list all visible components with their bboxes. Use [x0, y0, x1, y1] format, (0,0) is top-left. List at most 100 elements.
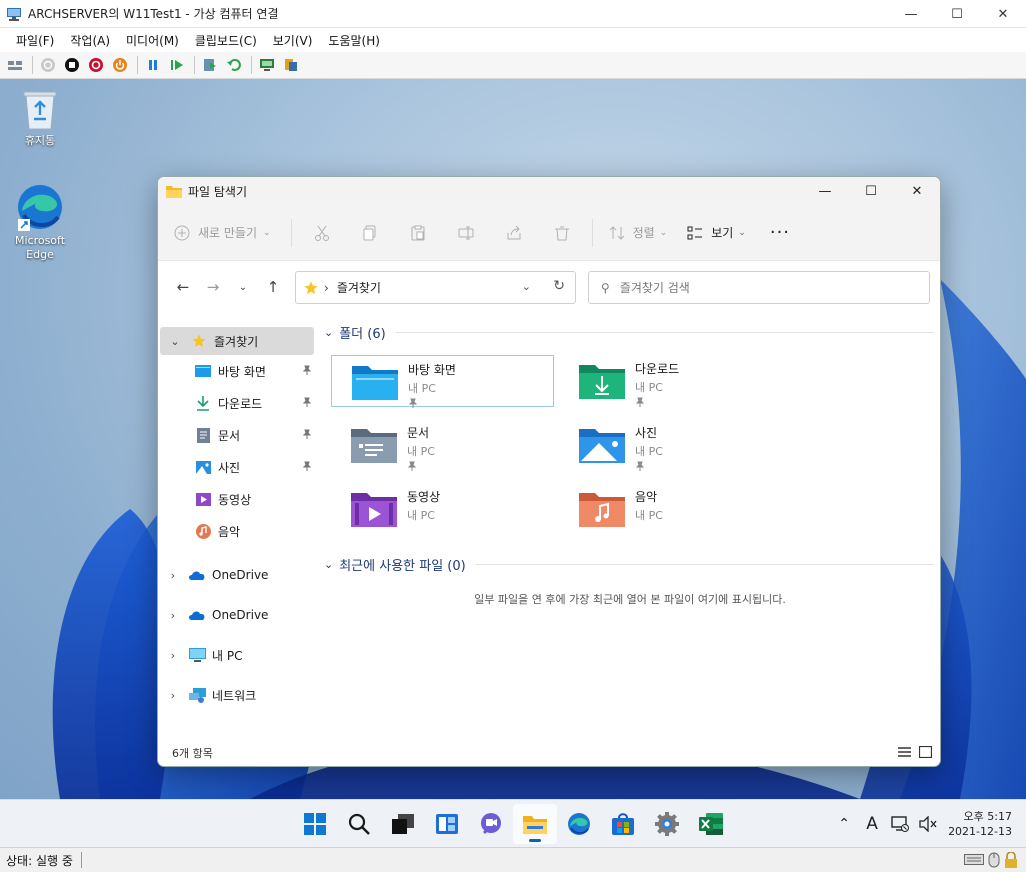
shutdown-icon — [89, 58, 103, 72]
address-history-chevron-icon[interactable]: ⌄ — [522, 280, 531, 293]
menu-view[interactable]: 보기(V) — [265, 32, 321, 49]
menu-file[interactable]: 파일(F) — [8, 32, 62, 49]
explorer-maximize-button[interactable]: ☐ — [848, 177, 894, 205]
pause-button[interactable] — [142, 54, 164, 76]
share-button[interactable] — [490, 217, 538, 249]
widgets-button[interactable] — [425, 804, 469, 844]
sidebar-item-onedrive[interactable]: › OneDrive — [158, 595, 318, 635]
sidebar-item-network[interactable]: › 네트워크 — [158, 675, 318, 715]
delete-button[interactable] — [538, 217, 586, 249]
host-minimize-button[interactable]: — — [888, 0, 934, 28]
search-box[interactable]: ⚲ — [588, 271, 930, 304]
ime-indicator[interactable]: A — [858, 814, 886, 834]
folder-tile-documents[interactable]: 문서 내 PC — [331, 419, 554, 471]
desktop-icon-edge[interactable]: Microsoft Edge — [10, 183, 70, 262]
guest-desktop[interactable]: 휴지통 Microsoft Edge 파일 탐색기 — ☐ ✕ 새로 만들기 ⌄ — [0, 79, 1026, 799]
plus-circle-icon — [174, 225, 190, 240]
resume-button[interactable] — [166, 54, 188, 76]
speaker-muted-icon — [919, 816, 937, 832]
chevron-right-icon[interactable]: › — [166, 609, 180, 622]
sidebar-item-quick-access[interactable]: ⌄ 즐겨찾기 — [160, 327, 314, 355]
checkpoint-button[interactable] — [199, 54, 221, 76]
forward-button[interactable]: → — [198, 272, 228, 302]
start-button[interactable] — [293, 804, 337, 844]
folder-tile-videos[interactable]: 동영상 내 PC — [331, 483, 554, 535]
folder-tile-desktop[interactable]: 바탕 화면 내 PC — [331, 355, 554, 408]
sidebar-item-downloads[interactable]: 다운로드 — [158, 387, 318, 419]
chat-button[interactable] — [469, 804, 513, 844]
clock[interactable]: 오후 5:17 2021-12-13 — [942, 809, 1026, 839]
search-input[interactable] — [619, 280, 900, 295]
desktop-icon-recycle-bin[interactable]: 휴지통 — [10, 89, 70, 148]
up-button[interactable]: ↑ — [258, 272, 288, 302]
tiles-view-icon[interactable] — [919, 746, 932, 758]
breadcrumb-separator-icon: › — [324, 280, 329, 295]
menu-media[interactable]: 미디어(M) — [118, 32, 187, 49]
menu-clipboard[interactable]: 클립보드(C) — [187, 32, 265, 49]
revert-button[interactable] — [223, 54, 245, 76]
pin-icon — [635, 461, 645, 471]
folder-location: 내 PC — [408, 382, 436, 395]
keyboard-icon — [8, 61, 22, 70]
details-view-icon[interactable] — [898, 746, 911, 758]
recent-group-header[interactable]: ⌄ 최근에 사용한 파일 (0) — [318, 553, 940, 575]
cut-button[interactable] — [298, 217, 346, 249]
store-button[interactable] — [601, 804, 645, 844]
sidebar-item-this-pc[interactable]: › 내 PC — [158, 635, 318, 675]
save-state-button[interactable] — [109, 54, 131, 76]
host-maximize-button[interactable]: ☐ — [934, 0, 980, 28]
sidebar-item-documents[interactable]: 문서 — [158, 419, 318, 451]
address-bar[interactable]: › 즐겨찾기 ⌄ ↻ — [295, 271, 576, 304]
more-options-button[interactable]: ··· — [756, 222, 804, 243]
sort-button[interactable]: 정렬 ⌄ — [599, 224, 678, 241]
turn-off-button[interactable] — [61, 54, 83, 76]
arrow-left-icon: ← — [176, 278, 190, 296]
folder-tile-music[interactable]: 음악 내 PC — [559, 483, 782, 535]
sidebar-item-desktop[interactable]: 바탕 화면 — [158, 355, 318, 387]
edge-taskbar-button[interactable] — [557, 804, 601, 844]
back-button[interactable]: ← — [168, 272, 198, 302]
content-pane: ⌄ 폴더 (6) 바탕 화면 내 PC 다운로드 내 PC 문서 내 PC 사진… — [318, 321, 940, 741]
network-status-button[interactable] — [886, 816, 914, 832]
music-folder-icon — [579, 493, 625, 527]
sidebar-item-videos[interactable]: 동영상 — [158, 483, 318, 515]
copy-button[interactable] — [346, 217, 394, 249]
taskbar-search-button[interactable] — [337, 804, 381, 844]
sidebar-item-pictures[interactable]: 사진 — [158, 451, 318, 483]
settings-button[interactable] — [645, 804, 689, 844]
show-hidden-icons-button[interactable]: ⌃ — [830, 816, 858, 832]
group-title: 최근에 사용한 파일 (0) — [339, 558, 466, 574]
menu-help[interactable]: 도움말(H) — [320, 32, 388, 49]
share-button[interactable] — [280, 54, 302, 76]
chevron-down-icon: ⌄ — [738, 227, 746, 238]
start-vm-button[interactable] — [37, 54, 59, 76]
sidebar-item-onedrive[interactable]: › OneDrive — [158, 555, 318, 595]
menu-action[interactable]: 작업(A) — [62, 32, 118, 49]
folders-group-header[interactable]: ⌄ 폴더 (6) — [318, 321, 940, 343]
enhanced-session-button[interactable] — [256, 54, 278, 76]
paste-button[interactable] — [394, 217, 442, 249]
view-button[interactable]: 보기 ⌄ — [677, 224, 756, 241]
chevron-right-icon[interactable]: › — [166, 689, 180, 702]
volume-button[interactable] — [914, 816, 942, 832]
folder-tile-downloads[interactable]: 다운로드 내 PC — [559, 355, 782, 407]
shutdown-button[interactable] — [85, 54, 107, 76]
file-explorer-taskbar-button[interactable] — [513, 804, 557, 844]
task-view-button[interactable] — [381, 804, 425, 844]
refresh-icon[interactable]: ↻ — [553, 278, 565, 294]
explorer-minimize-button[interactable]: — — [802, 177, 848, 205]
chevron-right-icon[interactable]: › — [166, 569, 180, 582]
chevron-down-icon[interactable]: ⌄ — [168, 335, 182, 348]
sidebar-item-music[interactable]: 음악 — [158, 515, 318, 547]
chevron-right-icon[interactable]: › — [166, 649, 180, 662]
rename-button[interactable] — [442, 217, 490, 249]
explorer-close-button[interactable]: ✕ — [894, 177, 940, 205]
ctrl-alt-del-button[interactable] — [4, 54, 26, 76]
host-close-button[interactable]: ✕ — [980, 0, 1026, 28]
excel-button[interactable] — [689, 804, 733, 844]
new-button[interactable]: 새로 만들기 ⌄ — [174, 217, 285, 249]
chevron-up-icon: ⌃ — [838, 816, 850, 832]
folder-tile-pictures[interactable]: 사진 내 PC — [559, 419, 782, 471]
address-location[interactable]: 즐겨찾기 — [337, 279, 381, 296]
recent-locations-button[interactable]: ⌄ — [228, 272, 258, 302]
